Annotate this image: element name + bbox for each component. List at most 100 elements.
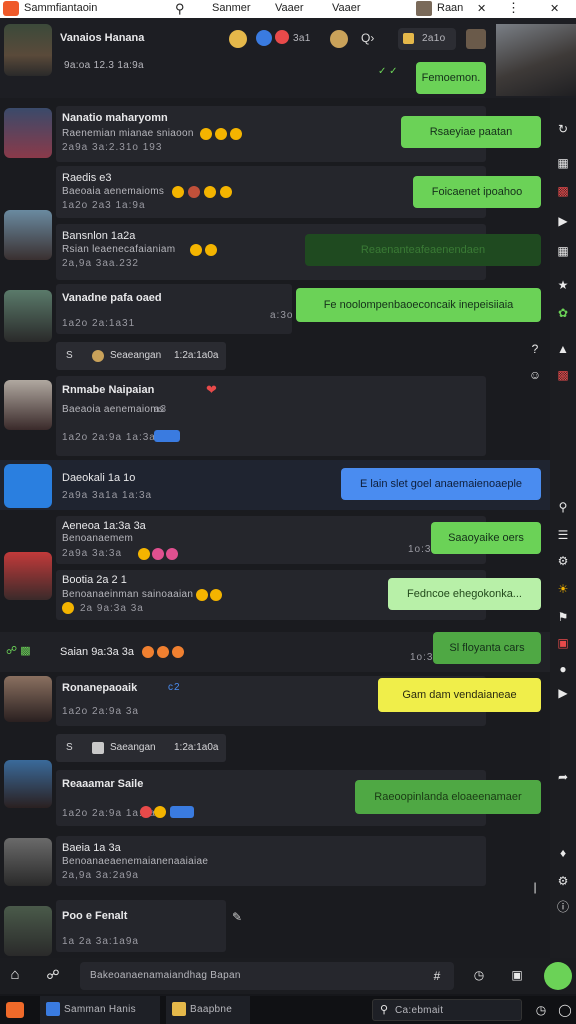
refresh-icon[interactable]: ↻ bbox=[556, 122, 570, 136]
sun-icon[interactable]: ☀ bbox=[556, 582, 570, 596]
taskbar-app-1[interactable]: Samman Hanis bbox=[40, 996, 160, 1024]
message-bubble[interactable]: E lain slet goel anaemaienoaeple bbox=[341, 468, 541, 500]
avatar[interactable] bbox=[4, 290, 52, 342]
system-name: Seaeangan bbox=[110, 350, 162, 361]
emoji-icon bbox=[166, 548, 178, 560]
scroll-icon[interactable]: | bbox=[528, 880, 542, 894]
info-icon[interactable]: ⓘ bbox=[556, 900, 570, 914]
message-sender: Baeia 1a 3a bbox=[62, 842, 121, 854]
status-tick-icon: ✓ ✓ bbox=[378, 66, 398, 77]
message-bubble[interactable]: Sl floyanta cars bbox=[433, 632, 541, 664]
clock-icon[interactable]: ◷ bbox=[472, 968, 486, 982]
emoji-icon[interactable] bbox=[229, 30, 247, 48]
avatar[interactable] bbox=[4, 676, 52, 722]
search-icon[interactable]: ⚲ bbox=[175, 1, 185, 17]
start-icon[interactable] bbox=[6, 1002, 24, 1018]
window-close-icon[interactable]: ✕ bbox=[550, 2, 559, 15]
profile-avatar-icon[interactable] bbox=[416, 1, 432, 16]
message-bubble[interactable]: Rsaeyiae paatan bbox=[401, 116, 541, 148]
leaf-icon[interactable]: ✿ bbox=[556, 306, 570, 320]
avatar[interactable] bbox=[4, 552, 52, 600]
search-chat-icon[interactable]: Q› bbox=[361, 31, 374, 45]
thumbnail-icon[interactable] bbox=[466, 29, 486, 49]
taskbar-search[interactable]: ⚲ Ca:ebmait bbox=[372, 999, 522, 1021]
message-bubble[interactable]: Foicaenet ipoahoo bbox=[413, 176, 541, 208]
header-avatar[interactable] bbox=[4, 24, 52, 76]
message-meta: 1a2o 2a:9a 1a:3a bbox=[62, 432, 156, 443]
taskbar: Samman Hanis Baapbne ⚲ Ca:ebmait ◷ ◯ bbox=[0, 996, 576, 1024]
bell-icon[interactable]: ♦ bbox=[556, 846, 570, 860]
date-pill[interactable]: 2a1o bbox=[398, 28, 456, 50]
link-icon[interactable]: ☍ bbox=[46, 968, 60, 982]
gift-icon[interactable]: ▩ bbox=[556, 184, 570, 198]
star-icon[interactable]: ★ bbox=[556, 278, 570, 292]
avatar[interactable] bbox=[4, 760, 52, 808]
emoji-icon bbox=[200, 128, 212, 140]
link-icon: ☍ ▩ bbox=[6, 645, 31, 657]
message-meta: 1a2o 2a:1a31 bbox=[62, 318, 136, 329]
menu-icon[interactable]: ⋮ bbox=[507, 0, 520, 16]
avatar[interactable] bbox=[4, 906, 52, 956]
edit-icon[interactable]: ✎ bbox=[232, 910, 242, 924]
app-2-icon bbox=[172, 1002, 186, 1016]
tab-vaaer-2[interactable]: Vaaer bbox=[332, 2, 361, 14]
header-bubble[interactable]: Femoemon. bbox=[416, 62, 486, 94]
message-bubble[interactable]: Saaoyaike oers bbox=[431, 522, 541, 554]
hash-icon[interactable]: # bbox=[430, 969, 444, 983]
avatar[interactable] bbox=[4, 210, 52, 260]
close-tab-icon[interactable]: ✕ bbox=[477, 2, 486, 15]
message-time: 1o:3 bbox=[408, 544, 432, 555]
notification-icon[interactable] bbox=[275, 30, 289, 44]
message-sender: Bootia 2a 2 1 bbox=[62, 574, 127, 586]
message-sender: Daeokali 1a 1o bbox=[62, 472, 136, 484]
avatar[interactable] bbox=[4, 838, 52, 886]
camera-icon[interactable]: ▣ bbox=[556, 636, 570, 650]
message-bubble[interactable]: Raeoopinlanda eloaeenamaer bbox=[355, 780, 541, 814]
message-bubble[interactable]: Fedncoe ehegokonka... bbox=[388, 578, 541, 610]
share-icon[interactable]: ➦ bbox=[556, 770, 570, 784]
pin-icon[interactable]: ▲ bbox=[556, 342, 570, 356]
message-meta: 1a2o 2a3 1a:9a bbox=[62, 200, 146, 211]
emoji-picker-icon[interactable]: ☺ bbox=[528, 368, 542, 382]
taskbar-app-2[interactable]: Baapbne bbox=[166, 996, 250, 1024]
video-preview[interactable] bbox=[496, 24, 576, 96]
list-icon[interactable]: ☰ bbox=[556, 528, 570, 542]
settings-icon[interactable]: ⚙ bbox=[556, 874, 570, 888]
calendar-icon bbox=[403, 33, 414, 44]
send-button[interactable] bbox=[544, 962, 572, 990]
home-icon[interactable]: ⌂ bbox=[8, 967, 22, 982]
tab-sanmer[interactable]: Sanmer bbox=[212, 2, 251, 14]
message-meta: 2a,9a 3a:2a9a bbox=[62, 870, 139, 881]
message-bubble[interactable]: Gam dam vendaianeae bbox=[378, 678, 541, 712]
badge-icon bbox=[170, 806, 194, 818]
grid-icon[interactable]: ▦ bbox=[556, 244, 570, 258]
avatar[interactable] bbox=[4, 380, 52, 430]
reaction-icon[interactable] bbox=[330, 30, 348, 48]
emoji-icon bbox=[230, 128, 242, 140]
play-icon[interactable]: ▶ bbox=[556, 214, 570, 228]
app-logo-icon bbox=[3, 1, 19, 16]
gear-icon[interactable]: ⚙ bbox=[556, 554, 570, 568]
pinned-icon[interactable] bbox=[4, 464, 52, 508]
attachment-icon[interactable]: ⚲ bbox=[556, 500, 570, 514]
message-preview: Benoanaeinman sainoaaian bbox=[62, 589, 194, 600]
camera-icon[interactable]: ▣ bbox=[510, 968, 524, 982]
message-bubble[interactable]: Reaenanteafeaenendaen bbox=[305, 234, 541, 266]
message-meta: 2a,9a 3aa.232 bbox=[62, 258, 139, 269]
message-input[interactable]: Bakeoanaenamaiandhag Bapan # bbox=[80, 962, 454, 990]
video-icon[interactable]: ▶ bbox=[556, 686, 570, 700]
message-bubble[interactable]: Fe noolompenbaoeconcaik inepeisiiaia bbox=[296, 288, 541, 322]
image-icon[interactable]: ▩ bbox=[556, 368, 570, 382]
avatar[interactable] bbox=[4, 108, 52, 158]
facebook-icon[interactable] bbox=[256, 30, 272, 46]
flag-icon[interactable]: ⚑ bbox=[556, 610, 570, 624]
tab-vaaer[interactable]: Vaaer bbox=[275, 2, 304, 14]
mic-icon[interactable]: ● bbox=[556, 662, 570, 676]
tab-raan[interactable]: Raan bbox=[437, 2, 463, 14]
emoji-icon bbox=[188, 186, 200, 198]
help-icon[interactable]: ? bbox=[528, 342, 542, 356]
notification-icon[interactable]: ◯ bbox=[558, 1003, 572, 1017]
calendar-icon[interactable]: ▦ bbox=[556, 156, 570, 170]
emoji-icon bbox=[92, 350, 104, 362]
clock-icon[interactable]: ◷ bbox=[534, 1003, 548, 1017]
